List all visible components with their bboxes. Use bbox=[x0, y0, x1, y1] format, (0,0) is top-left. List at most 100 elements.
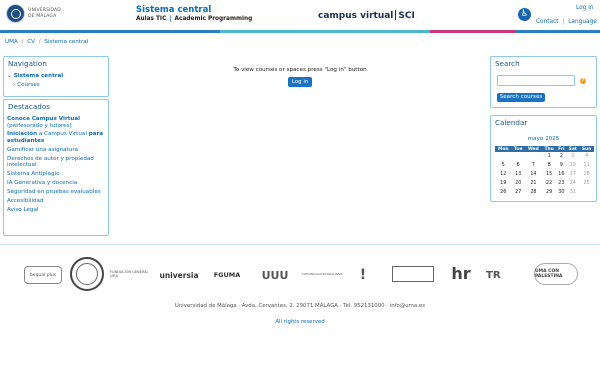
language-link[interactable]: Language bbox=[568, 19, 597, 25]
calendar-day[interactable]: 12 bbox=[495, 170, 511, 179]
footer-address: Universidad de Málaga · Avda. Cervantes,… bbox=[174, 303, 426, 309]
destacado-link[interactable]: Aviso Legal bbox=[7, 207, 107, 214]
breadcrumb: UMA / CV / Sistema central bbox=[5, 39, 88, 45]
calendar-day[interactable]: 31 bbox=[566, 188, 579, 197]
question-circle-icon[interactable]: ? bbox=[580, 78, 586, 84]
gvuf-logo[interactable] bbox=[392, 266, 434, 282]
calendar-day[interactable]: 23 bbox=[556, 179, 566, 188]
destacado-link[interactable]: IA Generativa y docencia bbox=[7, 180, 107, 187]
nav-item-sistema-central[interactable]: ⌄ Sistema central bbox=[7, 73, 63, 79]
calendar-day[interactable] bbox=[525, 152, 542, 161]
calendar-day[interactable] bbox=[495, 152, 511, 161]
seal-inner bbox=[76, 263, 98, 285]
calendar-month[interactable]: mayo 2025 bbox=[491, 136, 596, 142]
calendar-day[interactable]: 14 bbox=[525, 170, 542, 179]
bullet-logo[interactable]: ! bbox=[352, 264, 374, 286]
accessibility-icon[interactable]: ♿ bbox=[518, 8, 531, 21]
calendar-day[interactable]: 19 bbox=[495, 179, 511, 188]
calendar-day[interactable]: 27 bbox=[511, 188, 525, 197]
calendar-day[interactable]: 2 bbox=[556, 152, 566, 161]
calendar-day[interactable] bbox=[579, 188, 594, 197]
site-title[interactable]: Sistema central bbox=[136, 5, 252, 15]
uma-palestina-logo[interactable]: UMA CON PALESTINA bbox=[534, 263, 578, 285]
destacado-link[interactable]: Seguridad en pruebas evaluables bbox=[7, 189, 107, 196]
calendar-day[interactable]: 8 bbox=[542, 161, 556, 170]
brand-part-2: SCI bbox=[398, 11, 415, 21]
destacado-mid: a Campus Virtual bbox=[37, 131, 89, 138]
calendar-day[interactable]: 17 bbox=[566, 170, 579, 179]
calendar-table: Mon Tue Wed Thu Fri Sat Sun 1 2 3 4 5 6 bbox=[495, 146, 594, 197]
color-bar-segment bbox=[430, 30, 515, 33]
calendar-day[interactable]: 3 bbox=[566, 152, 579, 161]
calendar-day[interactable]: 13 bbox=[511, 170, 525, 179]
login-prompt-message: To view courses or spaces press "Log in"… bbox=[233, 67, 367, 73]
fundacion-logo[interactable]: FUNDACIÓN GENERAL UMA bbox=[110, 268, 150, 280]
comunicacion-inclusiva-logo[interactable]: COMUNICACIÓN INCLUSIVA bbox=[300, 267, 344, 281]
brand-divider bbox=[395, 10, 397, 20]
calendar-day[interactable] bbox=[511, 152, 525, 161]
uuu-logo[interactable]: UUU bbox=[258, 266, 292, 284]
partner-logos: bequal plus FUNDACIÓN GENERAL UMA univer… bbox=[20, 257, 580, 293]
navigation-block: Navigation ⌄ Sistema central › Courses bbox=[3, 56, 109, 97]
uma-seal-icon bbox=[6, 4, 25, 23]
destacado-bold: Conoce Campus Virtual bbox=[7, 116, 81, 122]
destacado-link[interactable]: Gamificar una asignatura bbox=[7, 147, 107, 154]
login-button[interactable]: Log in bbox=[288, 77, 312, 87]
destacado-link[interactable]: Derechos de autor y propiedad intelectua… bbox=[7, 156, 107, 169]
hr-logo[interactable]: hr bbox=[448, 259, 474, 287]
calendar-block: Calendar mayo 2025 Mon Tue Wed Thu Fri S… bbox=[490, 115, 597, 202]
calendar-day[interactable]: 20 bbox=[511, 179, 525, 188]
color-bar-segment bbox=[330, 30, 430, 33]
tr-logo[interactable]: TR bbox=[486, 266, 524, 284]
destacados-list: Conoce Campus Virtual (profesorado y tut… bbox=[7, 116, 107, 216]
search-input[interactable] bbox=[497, 75, 575, 86]
link-separator: | bbox=[562, 19, 565, 25]
breadcrumb-item[interactable]: CV bbox=[27, 39, 35, 45]
breadcrumb-sep: / bbox=[21, 39, 24, 45]
subtitle-part-2: Academic Programming bbox=[174, 16, 253, 22]
breadcrumb-item[interactable]: UMA bbox=[5, 39, 18, 45]
universia-logo[interactable]: universia bbox=[158, 269, 200, 281]
destacado-link[interactable]: Sistema Antiplagio bbox=[7, 171, 107, 178]
nav-item-courses[interactable]: › Courses bbox=[13, 82, 40, 88]
calendar-day[interactable]: 25 bbox=[579, 179, 594, 188]
site-subtitle: Aulas TIC | Academic Programming bbox=[136, 16, 252, 22]
search-title: Search bbox=[495, 59, 520, 68]
calendar-day[interactable]: 30 bbox=[556, 188, 566, 197]
destacado-link[interactable]: Conoce Campus Virtual (profesorado y tut… bbox=[7, 116, 107, 129]
color-bar-segment bbox=[0, 30, 110, 33]
calendar-day[interactable]: 26 bbox=[495, 188, 511, 197]
search-courses-button[interactable]: Search courses bbox=[497, 93, 545, 102]
calendar-day[interactable]: 5 bbox=[495, 161, 511, 170]
header-color-bar bbox=[0, 30, 600, 33]
calendar-day[interactable]: 10 bbox=[566, 161, 579, 170]
calendar-day[interactable]: 21 bbox=[525, 179, 542, 188]
uma-logo[interactable]: UNIVERSIDAD DE MÁLAGA bbox=[6, 4, 61, 23]
calendar-day[interactable]: 22 bbox=[542, 179, 556, 188]
calendar-day[interactable]: 1 bbox=[542, 152, 556, 161]
calendar-day[interactable]: 7 bbox=[525, 161, 542, 170]
header-login-link[interactable]: Log in bbox=[576, 5, 593, 11]
calendar-day[interactable]: 28 bbox=[525, 188, 542, 197]
calendar-day[interactable]: 9 bbox=[556, 161, 566, 170]
uma-seal-logo[interactable] bbox=[70, 257, 104, 291]
calendar-day[interactable]: 15 bbox=[542, 170, 556, 179]
calendar-day[interactable]: 6 bbox=[511, 161, 525, 170]
contact-link[interactable]: Contact bbox=[536, 19, 559, 25]
breadcrumb-item[interactable]: Sistema central bbox=[44, 39, 88, 45]
destacado-link[interactable]: Accesibilidad bbox=[7, 198, 107, 205]
calendar-day[interactable]: 16 bbox=[556, 170, 566, 179]
calendar-day[interactable]: 24 bbox=[566, 179, 579, 188]
destacados-block: Destacados Conoce Campus Virtual (profes… bbox=[3, 99, 109, 236]
fguma-logo[interactable]: FGUMA bbox=[206, 269, 248, 281]
subtitle-part-1: Aulas TIC bbox=[136, 16, 167, 22]
calendar-day[interactable]: 18 bbox=[579, 170, 594, 179]
color-bar-segment bbox=[515, 30, 600, 33]
header-links: Contact | Language bbox=[536, 19, 597, 25]
calendar-day[interactable]: 4 bbox=[579, 152, 594, 161]
destacado-link[interactable]: Iniciación a Campus Virtual para estudia… bbox=[7, 131, 107, 144]
calendar-day[interactable]: 11 bbox=[579, 161, 594, 170]
campus-virtual-brand[interactable]: campus virtual SCI bbox=[318, 10, 415, 21]
calendar-day[interactable]: 29 bbox=[542, 188, 556, 197]
bequal-logo[interactable]: bequal plus bbox=[24, 266, 62, 284]
